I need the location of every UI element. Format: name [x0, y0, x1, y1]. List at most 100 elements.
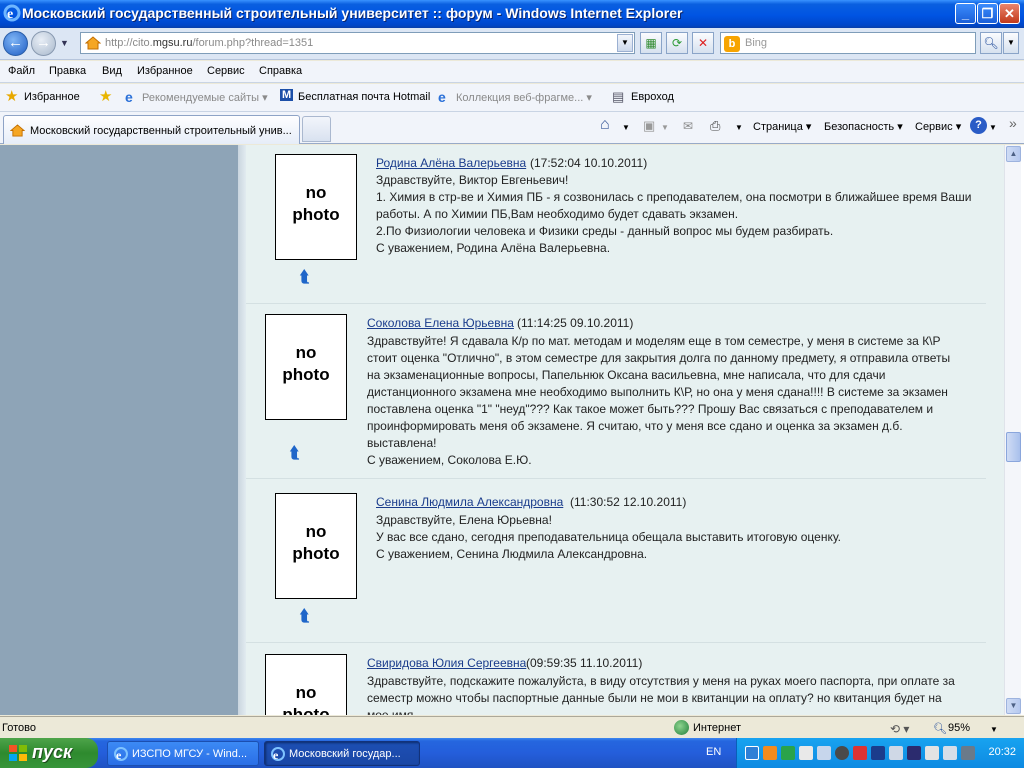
reply-up-arrow-icon[interactable]: ⮬	[300, 269, 310, 287]
forum-thread: no photo ⮬ Родина Алёна Валерьевна (17:52…	[246, 145, 1004, 715]
language-indicator[interactable]: EN	[706, 746, 721, 758]
tray-app-icon[interactable]	[907, 746, 921, 760]
tab-active[interactable]: Московский государственный строительный …	[3, 115, 300, 144]
taskbar-item-izspo[interactable]: e ИЗСПО МГСУ - Wind...	[107, 741, 259, 766]
back-button[interactable]: ←	[3, 31, 28, 56]
post-author-link[interactable]: Соколова Елена Юрьевна	[367, 316, 514, 330]
tray-app-icon[interactable]	[763, 746, 777, 760]
tray-app-icon[interactable]	[925, 746, 939, 760]
post-author-link[interactable]: Родина Алёна Валерьевна	[376, 156, 526, 170]
menu-edit[interactable]: Правка	[49, 65, 86, 77]
scroll-down-button[interactable]: ▼	[1006, 698, 1021, 714]
ie-icon: e	[271, 747, 285, 762]
start-button[interactable]: пуск	[0, 738, 98, 768]
address-url[interactable]: http://cito.mgsu.ru/forum.php?thread=135…	[105, 37, 313, 49]
post-body: Здравствуйте, Виктор Евгеньевич! 1. Хими…	[376, 172, 974, 257]
address-dropdown-icon[interactable]: ▼	[617, 34, 633, 52]
help-icon[interactable]: ?	[970, 117, 987, 134]
home-dropdown-icon[interactable]: ▼	[622, 123, 630, 132]
history-dropdown-icon[interactable]: ▼	[60, 38, 69, 48]
protected-mode-icon[interactable]: ⟲ ▾	[890, 722, 909, 736]
bing-icon: b	[724, 36, 740, 52]
clock: 20:32	[988, 746, 1016, 758]
menu-view[interactable]: Вид	[102, 65, 122, 77]
menu-file[interactable]: Файл	[8, 65, 35, 77]
title-bar[interactable]: e Московский государственный строительны…	[0, 0, 1024, 28]
internet-zone-icon	[674, 720, 689, 735]
menu-help[interactable]: Справка	[259, 65, 302, 77]
forward-button[interactable]: →	[31, 31, 56, 56]
post-line: Здравствуйте, подскажите пожалуйста, в в…	[367, 674, 955, 715]
tray-app-icon[interactable]	[853, 746, 867, 760]
menu-tools[interactable]: Сервис	[207, 65, 245, 77]
print-dropdown-icon[interactable]: ▼	[735, 123, 743, 132]
page-menu[interactable]: Страница ▾	[753, 120, 811, 133]
post-author-link[interactable]: Сенина Людмила Александровна	[376, 495, 563, 509]
tray-app-icon[interactable]	[835, 746, 849, 760]
volume-icon[interactable]	[961, 746, 975, 760]
feeds-dropdown-icon[interactable]: ▼	[661, 123, 669, 132]
zoom-icon[interactable]: 🔍︎	[933, 722, 947, 735]
navigation-bar: ← → ▼ http://cito.mgsu.ru/forum.php?thre…	[0, 28, 1024, 60]
post-body: Здравствуйте, подскажите пожалуйста, в в…	[367, 673, 965, 715]
page-viewport: no photo ⮬ Родина Алёна Валерьевна (17:52…	[0, 145, 1024, 715]
help-dropdown-icon[interactable]: ▼	[989, 123, 997, 132]
tray-app-icon[interactable]	[943, 746, 957, 760]
tray-app-icon[interactable]	[781, 746, 795, 760]
tray-app-icon[interactable]	[799, 746, 813, 760]
more-commands-icon[interactable]: »	[1009, 115, 1017, 131]
favorites-button[interactable]: Избранное	[24, 91, 80, 103]
post-line: С уважением, Сенина Людмила Александровн…	[376, 547, 648, 561]
reply-up-arrow-icon[interactable]: ⮬	[300, 608, 310, 626]
stop-button[interactable]: ✕	[692, 32, 714, 54]
forum-post: no photo ⮬ Соколова Елена Юрьевна (11:14:…	[246, 305, 986, 479]
feeds-icon[interactable]: ▣	[643, 118, 655, 134]
vertical-scrollbar[interactable]: ▲ ▼	[1004, 145, 1021, 715]
favorites-bar: ★ Избранное ★ e Рекомендуемые сайты ▾ M …	[0, 84, 1024, 112]
tray-app-icon[interactable]	[871, 746, 885, 760]
start-label: пуск	[32, 742, 73, 762]
refresh-button[interactable]: ⟳	[666, 32, 688, 54]
web-slice-icon: e	[438, 89, 446, 105]
menu-favorites[interactable]: Избранное	[137, 65, 193, 77]
fav-evrokhod[interactable]: Евроход	[631, 91, 674, 103]
search-button[interactable]: 🔍︎	[980, 32, 1002, 54]
post-timestamp: (11:30:52 12.10.2011)	[570, 495, 687, 509]
tools-menu[interactable]: Сервис ▾	[915, 120, 961, 133]
scroll-thumb[interactable]	[1006, 432, 1021, 462]
tab-row: Московский государственный строительный …	[0, 112, 1024, 144]
address-bar[interactable]: http://cito.mgsu.ru/forum.php?thread=135…	[80, 32, 635, 54]
fav-web-slice-gallery[interactable]: Коллекция веб-фрагме... ▾	[456, 91, 592, 104]
post-line: С уважением, Соколова Е.Ю.	[367, 453, 532, 467]
safety-menu[interactable]: Безопасность ▾	[824, 120, 903, 133]
avatar-no-photo: no photo	[265, 654, 347, 715]
post-timestamp: (09:59:35 11.10.2011)	[526, 656, 643, 670]
close-button[interactable]: ✕	[999, 3, 1020, 24]
zoom-level[interactable]: 95%	[948, 722, 970, 734]
zoom-dropdown-icon[interactable]: ▼	[990, 725, 998, 734]
add-favorite-icon[interactable]: ★	[99, 87, 112, 105]
maximize-button[interactable]: ❐	[977, 3, 998, 24]
minimize-button[interactable]: _	[955, 3, 976, 24]
scroll-up-button[interactable]: ▲	[1006, 146, 1021, 162]
print-icon[interactable]: ⎙	[710, 118, 720, 134]
reply-up-arrow-icon[interactable]: ⮬	[290, 445, 300, 463]
mail-icon[interactable]: ✉	[683, 119, 693, 133]
ie-icon: e	[114, 747, 128, 762]
tray-app-icon[interactable]	[889, 746, 903, 760]
compat-icon: ▦	[645, 36, 657, 50]
search-box[interactable]: b Bing	[720, 32, 976, 54]
search-options-button[interactable]: ▼	[1003, 32, 1019, 54]
compatibility-view-button[interactable]: ▦	[640, 32, 662, 54]
ie-logo-icon: e	[3, 4, 21, 22]
favorites-star-icon: ★	[5, 88, 19, 105]
fav-hotmail[interactable]: Бесплатная почта Hotmail	[298, 91, 430, 103]
new-tab-button[interactable]	[302, 116, 331, 142]
tray-app-icon[interactable]	[817, 746, 831, 760]
home-icon[interactable]: ⌂	[600, 116, 610, 134]
fav-suggested-sites[interactable]: Рекомендуемые сайты ▾	[142, 91, 268, 104]
sidebar-shadow	[238, 145, 246, 715]
post-author-link[interactable]: Свиридова Юлия Сергеевна	[367, 656, 526, 670]
tray-app-icon[interactable]	[745, 746, 759, 760]
taskbar-item-mgsu[interactable]: e Московский государ...	[264, 741, 420, 766]
